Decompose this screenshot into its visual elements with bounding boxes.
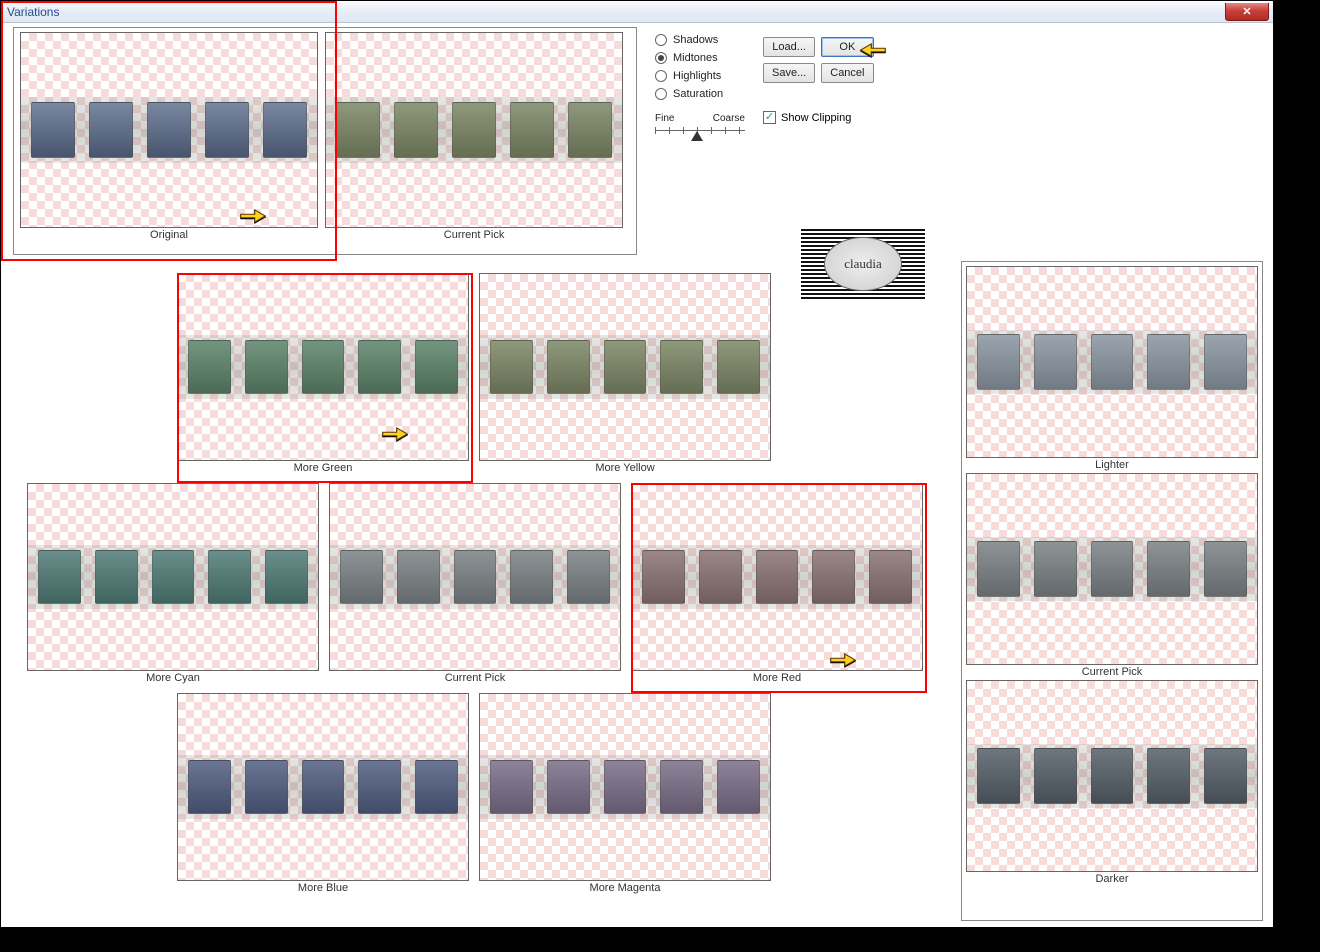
save-button[interactable]: Save... — [763, 63, 815, 83]
ok-button[interactable]: OK — [821, 37, 873, 57]
cell-current-pick: Current Pick — [329, 483, 621, 684]
thumb-more-green[interactable] — [177, 273, 469, 461]
show-clipping-row[interactable]: Show Clipping — [763, 111, 851, 124]
variations-dialog: Variations ✕ Original Current Pick Shado… — [0, 0, 1274, 928]
brightness-column: Lighter Current Pick Darker — [961, 261, 1263, 921]
cell-current-right: Current Pick — [966, 473, 1258, 678]
fine-coarse-slider[interactable]: FineCoarse — [655, 113, 745, 140]
thumb-darker[interactable] — [966, 680, 1258, 872]
thumb-original[interactable] — [20, 32, 318, 228]
cell-more-cyan: More Cyan — [27, 483, 319, 684]
thumb-more-magenta[interactable] — [479, 693, 771, 881]
thumb-more-yellow[interactable] — [479, 273, 771, 461]
close-button[interactable]: ✕ — [1225, 3, 1269, 21]
show-clipping-label: Show Clipping — [781, 112, 851, 124]
cell-more-green: More Green — [177, 273, 469, 474]
cell-more-yellow: More Yellow — [479, 273, 771, 474]
thumb-lighter[interactable] — [966, 266, 1258, 458]
load-button[interactable]: Load... — [763, 37, 815, 57]
original-label: Original — [20, 229, 318, 241]
cell-more-magenta: More Magenta — [479, 693, 771, 894]
thumb-more-cyan[interactable] — [27, 483, 319, 671]
thumb-current-top[interactable] — [325, 32, 623, 228]
window-title: Variations — [7, 5, 59, 19]
thumb-current-right[interactable] — [966, 473, 1258, 665]
cell-darker: Darker — [966, 680, 1258, 885]
radio-saturation[interactable]: Saturation — [655, 85, 895, 103]
current-wrap: Current Pick — [325, 32, 623, 241]
cell-lighter: Lighter — [966, 266, 1258, 471]
thumb-more-blue[interactable] — [177, 693, 469, 881]
dialog-buttons: Load... OK Save... Cancel — [763, 37, 874, 83]
cell-more-blue: More Blue — [177, 693, 469, 894]
top-panel: Original Current Pick — [13, 27, 637, 255]
cancel-button[interactable]: Cancel — [821, 63, 873, 83]
show-clipping-checkbox[interactable] — [763, 111, 776, 124]
thumb-more-red[interactable] — [631, 483, 923, 671]
cell-more-red: More Red — [631, 483, 923, 684]
thumb-current-center[interactable] — [329, 483, 621, 671]
close-icon: ✕ — [1242, 5, 1251, 18]
original-wrap: Original — [20, 32, 318, 241]
watermark: claudia — [801, 229, 925, 299]
titlebar: Variations ✕ — [1, 1, 1273, 23]
current-label: Current Pick — [325, 229, 623, 241]
